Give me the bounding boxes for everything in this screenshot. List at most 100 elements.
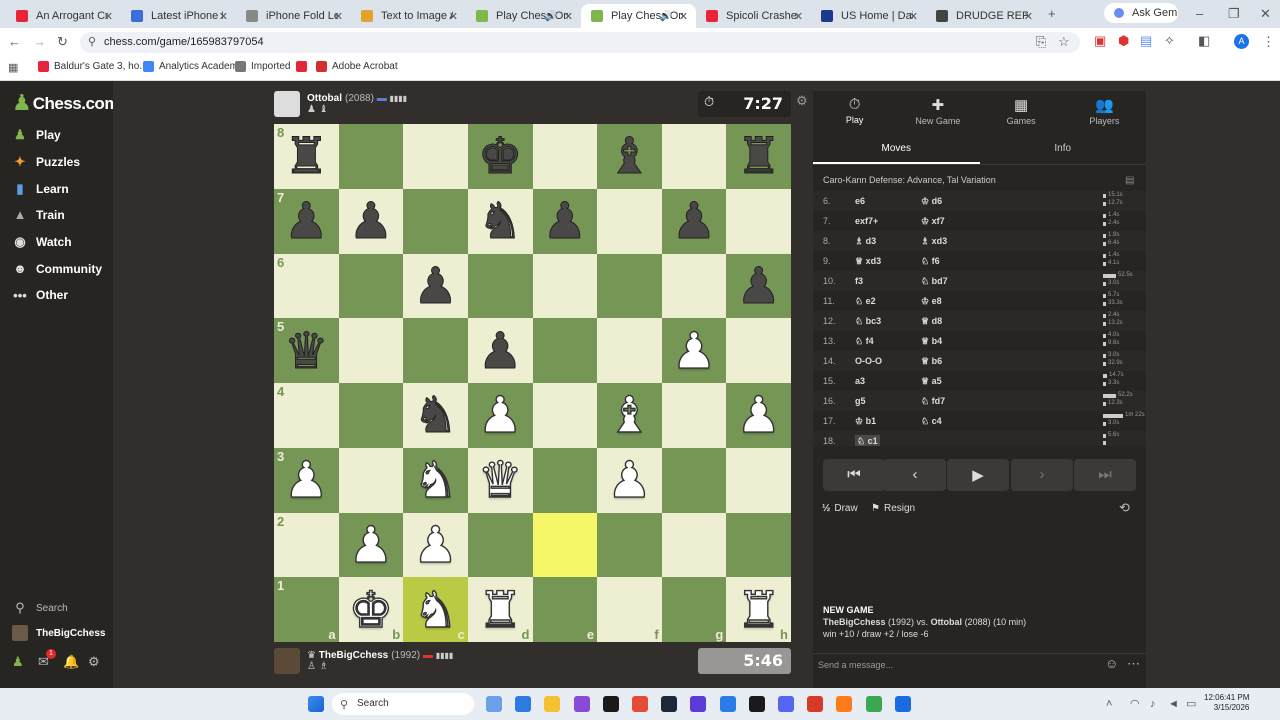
site-info-icon[interactable]: ⚲ [88,35,96,49]
white-move[interactable]: ♔ b1 [855,416,876,427]
mic-icon[interactable]: ♪ [1150,697,1156,711]
white-queen-icon[interactable]: ♛ [477,454,523,505]
square-g3[interactable] [661,447,727,513]
taskbar-app-icon[interactable] [632,696,648,712]
white-move[interactable]: ♘ f4 [855,336,874,347]
square-a6[interactable]: 6 [274,253,339,319]
square-a3[interactable]: 3 ♟ [274,447,339,513]
forward-icon[interactable]: → [33,35,46,49]
taskbar-app-icon[interactable] [690,696,707,712]
top-player-name[interactable]: Ottobal [307,93,342,104]
black-move[interactable]: ♔ xf7 [921,216,945,227]
bookmark-item[interactable]: Baldur's Gate 3, ho... [38,61,148,72]
emoji-icon[interactable]: ☺ [1105,657,1118,671]
tab-games[interactable]: ▦ Games [980,91,1063,133]
install-icon[interactable]: ⎘ [1036,35,1046,49]
white-king-icon[interactable]: ♚ [348,584,394,635]
wifi-icon[interactable]: ◠ [1130,697,1140,711]
book-icon[interactable]: ▤ [1125,174,1134,188]
close-tab-icon[interactable]: ✕ [334,10,343,23]
menu-icon[interactable]: ⋮ [1262,35,1275,49]
tab-2[interactable]: Latest iPhone Fold✕ [121,4,236,28]
taskbar-app-icon[interactable] [515,696,532,712]
square-b7[interactable]: ♟ [338,188,404,254]
extension-icon[interactable]: ▤ [1140,34,1152,48]
black-pawn-icon[interactable]: ♟ [283,196,329,247]
tab-4[interactable]: Text to Image AI Ge✕ [351,4,466,28]
white-move[interactable]: e6 [855,196,865,206]
square-e1[interactable]: e [532,577,598,642]
square-h1[interactable]: h ♜ [726,577,791,642]
square-h7[interactable] [726,188,791,254]
square-d6[interactable] [467,253,533,319]
black-pawn-icon[interactable]: ♟ [671,196,717,247]
black-knight-icon[interactable]: ♞ [477,196,523,247]
square-b4[interactable] [338,383,404,448]
black-move[interactable]: ♕ a5 [921,376,942,387]
square-e6[interactable] [532,253,598,319]
sidebar-search[interactable]: ⚲ Search [12,600,67,616]
flip-board-icon[interactable]: ⟲ [1119,501,1130,515]
tab-play[interactable]: ⏱ Play [813,91,896,133]
board-settings-icon[interactable]: ⚙ [796,94,808,108]
extensions-puzzle-icon[interactable]: ✧ [1164,34,1175,48]
square-f3[interactable]: ♟ [597,447,662,513]
square-c1[interactable]: c ♞ [403,577,468,642]
white-pawn-icon[interactable]: ♟ [736,390,782,441]
square-f8[interactable]: ♝ [597,124,662,189]
extension-icon[interactable]: ▣ [1094,34,1106,48]
reload-icon[interactable]: ↻ [57,35,68,49]
square-h5[interactable] [726,318,791,383]
square-g8[interactable] [661,124,727,189]
close-tab-icon[interactable]: ✕ [679,10,688,23]
black-move[interactable]: ♘ bd7 [921,276,948,287]
black-pawn-icon[interactable]: ♟ [348,196,394,247]
settings-gear-icon[interactable]: ⚙ [88,655,100,669]
square-c8[interactable] [403,124,468,189]
sidebar-item-puzzles[interactable]: ✦ Puzzles [12,154,80,170]
taskbar-app-icon[interactable] [602,696,619,712]
restore-icon[interactable]: ❐ [1228,7,1240,21]
square-b3[interactable] [338,447,404,513]
bottom-player-name[interactable]: TheBigCchess [319,650,388,661]
previous-move-button[interactable]: ‹ [884,459,946,491]
black-pawn-icon[interactable]: ♟ [477,325,523,376]
profile-avatar[interactable]: A [1234,34,1249,49]
square-f4[interactable]: ♝ [597,383,662,448]
square-c6[interactable]: ♟ [403,253,468,319]
taskbar-app-icon[interactable] [865,696,882,712]
white-move[interactable]: g5 [855,396,866,406]
square-f7[interactable] [597,188,662,254]
square-g7[interactable]: ♟ [661,188,727,254]
close-tab-icon[interactable]: ✕ [1024,10,1033,23]
square-e8[interactable] [532,124,598,189]
tab-info[interactable]: Info [980,135,1147,164]
square-d2[interactable] [467,512,533,578]
square-a4[interactable]: 4 [274,383,339,448]
bookmark-item[interactable] [296,61,312,72]
white-knight-icon[interactable]: ♞ [412,584,458,635]
white-pawn-icon[interactable]: ♟ [412,519,458,570]
side-panel-icon[interactable]: ◧ [1198,34,1210,48]
bookmark-star-icon[interactable]: ☆ [1058,35,1070,49]
square-b6[interactable] [338,253,404,319]
friends-icon[interactable]: ♟ [12,655,24,669]
square-g6[interactable] [661,253,727,319]
system-clock[interactable]: 12:06:41 PM 3/15/2026 [1204,693,1249,713]
taskbar-search[interactable]: ⚲ Search [332,693,474,715]
black-rook-icon[interactable]: ♜ [736,131,782,182]
sidebar-item-other[interactable]: ••• Other [12,288,68,303]
close-window-icon[interactable]: ✕ [1260,7,1271,21]
back-icon[interactable]: ← [8,35,21,49]
tab-9[interactable]: DRUDGE REPORT 2✕ [926,4,1041,28]
taskbar-app-icon[interactable] [807,696,824,712]
square-d4[interactable]: ♟ [467,383,533,448]
square-d7[interactable]: ♞ [467,188,533,254]
tab-5[interactable]: Play Chess Onli 🔊 ✕ [466,4,581,28]
bell-icon[interactable]: 🔔 [63,655,79,669]
white-pawn-icon[interactable]: ♟ [348,519,394,570]
square-g5[interactable]: ♟ [661,318,727,383]
battery-icon[interactable]: ▭ [1186,697,1196,711]
square-h2[interactable] [726,512,791,578]
square-c7[interactable] [403,188,468,254]
